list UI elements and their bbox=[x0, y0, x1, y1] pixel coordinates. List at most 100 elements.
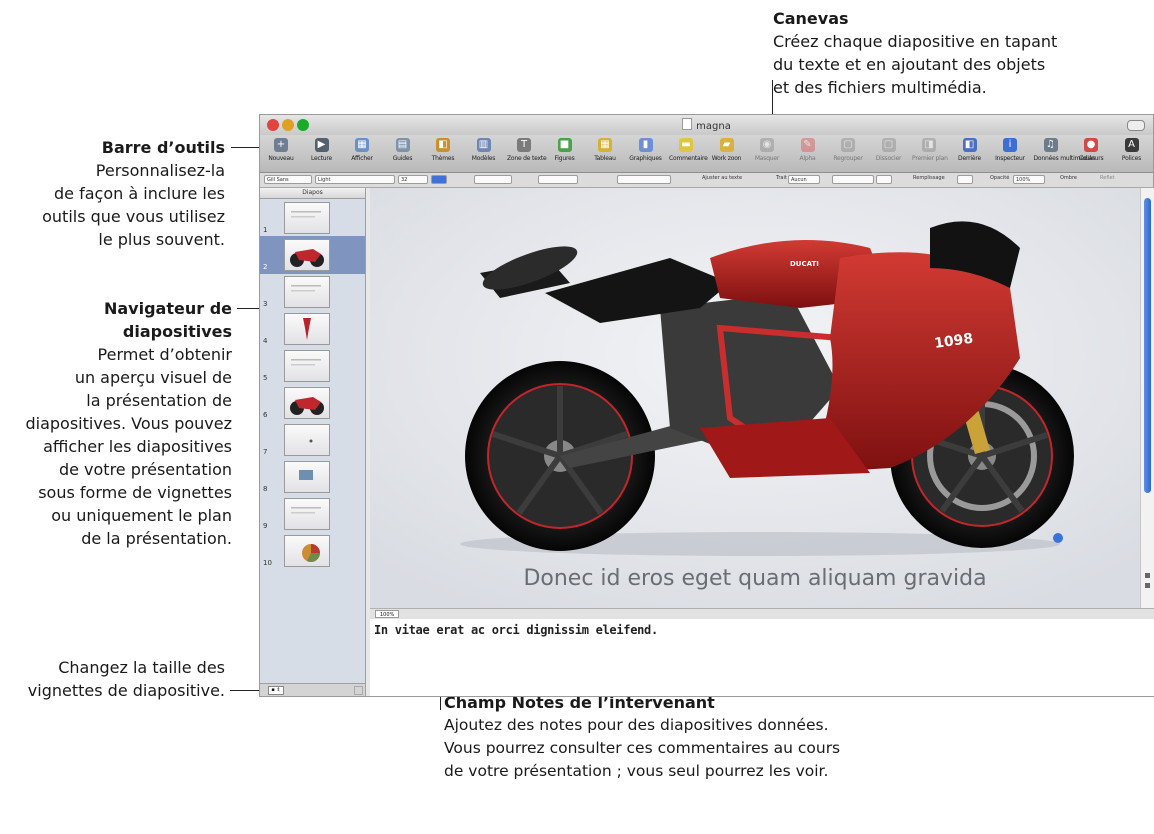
toolbar-button-play[interactable]: ▶ Lecture bbox=[305, 137, 339, 170]
text-color-well[interactable] bbox=[431, 175, 447, 184]
slide-thumbnail[interactable]: 7 bbox=[260, 421, 365, 459]
toolbar-button-charts[interactable]: ▮ Graphiques bbox=[629, 137, 663, 170]
slide-thumbnail[interactable]: 2 bbox=[260, 236, 365, 274]
mask-icon: ◉ bbox=[760, 138, 774, 152]
slide-thumbnail[interactable]: 4 bbox=[260, 310, 365, 348]
toolbar-button-label: Thèmes bbox=[431, 155, 455, 162]
slide-caption[interactable]: Donec id eros eget quam aliquam gravida bbox=[370, 566, 1140, 591]
vertical-alignment-buttons[interactable] bbox=[538, 175, 578, 184]
bike-brand-text: DUCATI bbox=[790, 260, 819, 268]
slide-thumbnail[interactable]: 3 bbox=[260, 273, 365, 311]
toolbar-button-themes[interactable]: ◧ Thèmes bbox=[426, 137, 460, 170]
toolbar-button-comment[interactable]: ▬ Commentaire bbox=[669, 137, 708, 170]
toolbar-button-alpha[interactable]: ✎ Alpha bbox=[791, 137, 825, 170]
toolbar-button-table[interactable]: ▦ Tableau bbox=[588, 137, 622, 170]
fill-label: Remplissage bbox=[913, 175, 945, 181]
presenter-notes-text[interactable]: In vitae erat ac orci dignissim eleifend… bbox=[374, 623, 658, 637]
toolbar-button-group[interactable]: ▢ Regrouper bbox=[831, 137, 865, 170]
resize-handle[interactable] bbox=[354, 686, 363, 695]
slide-thumbnail[interactable]: 8 bbox=[260, 458, 365, 496]
format-bar: Gill Sans Light 32 Ajuster au texte Trai… bbox=[260, 173, 1153, 188]
toolbar-callout-line: de façon à inclure les bbox=[54, 184, 225, 203]
navigator-callout: Navigateur de diapositives Permet d’obte… bbox=[0, 297, 232, 550]
toolbar-button-plus[interactable]: + Nouveau bbox=[264, 137, 298, 170]
toolbar-button-textbox[interactable]: T Zone de texte bbox=[507, 137, 547, 170]
textbox-icon: T bbox=[517, 138, 531, 152]
slide-thumbnail[interactable]: 5 bbox=[260, 347, 365, 385]
toolbar-toggle-button[interactable] bbox=[1127, 120, 1145, 131]
navigator-callout-line: sous forme de vignettes bbox=[38, 483, 232, 502]
stroke-select[interactable]: Aucun bbox=[788, 175, 820, 184]
toolbar-button-fonts[interactable]: A Polices bbox=[1115, 137, 1149, 170]
toolbar-button-colors[interactable]: ● Couleurs bbox=[1074, 137, 1108, 170]
back-icon: ◧ bbox=[962, 138, 977, 152]
toolbar-button-masters[interactable]: ▥ Modèles bbox=[467, 137, 501, 170]
slide-preview bbox=[284, 387, 330, 419]
toolbar-button-label: Masquer bbox=[754, 155, 780, 162]
toolbar-button-view[interactable]: ▦ Afficher bbox=[345, 137, 379, 170]
toolbar-button-guides[interactable]: ▤ Guides bbox=[386, 137, 420, 170]
smart-build-indicator[interactable] bbox=[1053, 533, 1063, 543]
font-family-select[interactable]: Gill Sans bbox=[264, 175, 312, 184]
thumb-size-callout-line: vignettes de diapositive. bbox=[27, 681, 225, 700]
toolbar: + Nouveau ▶ Lecture ▦ Afficher ▤ Guides ◧ Thèmes ▥… bbox=[260, 135, 1153, 173]
thumbnail-size-control[interactable]: ▪ ⇕ bbox=[268, 686, 284, 695]
ungroup-icon: ▢ bbox=[881, 138, 896, 152]
toolbar-button-ungroup[interactable]: ▢ Dissocier bbox=[872, 137, 906, 170]
scroll-up-arrow[interactable] bbox=[1145, 573, 1150, 578]
toolbar-button-label: Afficher bbox=[351, 155, 373, 162]
slide-thumbnail[interactable]: 6 bbox=[260, 384, 365, 422]
front-icon: ◨ bbox=[922, 138, 936, 152]
document-icon bbox=[682, 118, 693, 130]
toolbar-button-mask[interactable]: ◉ Masquer bbox=[750, 137, 784, 170]
slide-thumbnail[interactable]: 1 bbox=[260, 199, 365, 237]
presenter-notes[interactable]: In vitae erat ac orci dignissim eleifend… bbox=[370, 619, 1154, 696]
zoom-select[interactable]: 100% bbox=[375, 610, 400, 618]
fill-color-well[interactable] bbox=[957, 175, 973, 184]
canvas-scrollbar[interactable] bbox=[1140, 188, 1154, 608]
slide-preview bbox=[284, 461, 330, 493]
navigator-header: Diapos bbox=[260, 188, 365, 199]
slide-preview bbox=[284, 535, 330, 567]
columns-control[interactable] bbox=[617, 175, 671, 184]
alignment-buttons[interactable] bbox=[474, 175, 512, 184]
scrollbar-thumb[interactable] bbox=[1144, 198, 1151, 493]
slide-thumbnail[interactable]: 9 bbox=[260, 495, 365, 533]
toolbar-button-back[interactable]: ◧ Derrière bbox=[953, 137, 987, 170]
slide-number: 10 bbox=[263, 559, 272, 567]
toolbar-callout-title: Barre d’outils bbox=[101, 138, 225, 157]
toolbar-button-shapes[interactable]: ■ Figures bbox=[548, 137, 582, 170]
stroke-width-field[interactable] bbox=[832, 175, 874, 184]
slide-navigator[interactable]: Diapos 1 2 3 4 5 6 7 8 9 10 ▪ ⇕ bbox=[260, 188, 366, 696]
slide-preview bbox=[284, 239, 330, 271]
autosize-checkbox-label[interactable]: Ajuster au texte bbox=[702, 175, 742, 181]
navigator-callout-line: afficher les diapositives bbox=[43, 437, 232, 456]
themes-icon: ◧ bbox=[436, 138, 450, 152]
toolbar-callout-line: le plus souvent. bbox=[98, 230, 225, 249]
slide-preview bbox=[284, 313, 330, 345]
alpha-icon: ✎ bbox=[800, 138, 815, 152]
title-bar[interactable]: magna bbox=[260, 115, 1153, 136]
shadow-checkbox-label[interactable]: Ombre bbox=[1060, 175, 1077, 181]
font-size-select[interactable]: 32 bbox=[398, 175, 428, 184]
toolbar-button-label: Dissocier bbox=[875, 155, 902, 162]
toolbar-button-front[interactable]: ◨ Premier plan bbox=[912, 137, 948, 170]
toolbar-button-folder[interactable]: ▰ Work zoon bbox=[710, 137, 744, 170]
notes-callout-line: Vous pourrez consulter ces commentaires … bbox=[444, 739, 841, 757]
toolbar-button-inspector[interactable]: i Inspecteur bbox=[993, 137, 1027, 170]
scroll-down-arrow[interactable] bbox=[1145, 583, 1150, 588]
font-style-select[interactable]: Light bbox=[315, 175, 395, 184]
canvas-callout: Canevas Créez chaque diapositive en tapa… bbox=[773, 7, 1143, 99]
opacity-field[interactable]: 100% bbox=[1013, 175, 1045, 184]
notes-callout: Champ Notes de l’intervenant Ajoutez des… bbox=[444, 691, 904, 783]
reflection-checkbox-label[interactable]: Reflet bbox=[1100, 175, 1115, 181]
stroke-color-well[interactable] bbox=[876, 175, 892, 184]
toolbar-callout: Barre d’outils Personnalisez-la de façon… bbox=[0, 136, 225, 251]
slide-number: 2 bbox=[263, 263, 268, 271]
slide-canvas[interactable]: 1098 DUCATI Donec id eros eget quam aliq… bbox=[370, 188, 1140, 608]
slide-number: 3 bbox=[263, 300, 268, 308]
toolbar-button-label: Inspecteur bbox=[995, 155, 1025, 162]
slide-thumbnail[interactable]: 10 bbox=[260, 532, 365, 570]
toolbar-button-media[interactable]: ♫ Données multimédias bbox=[1034, 137, 1095, 170]
folder-icon: ▰ bbox=[719, 138, 734, 152]
